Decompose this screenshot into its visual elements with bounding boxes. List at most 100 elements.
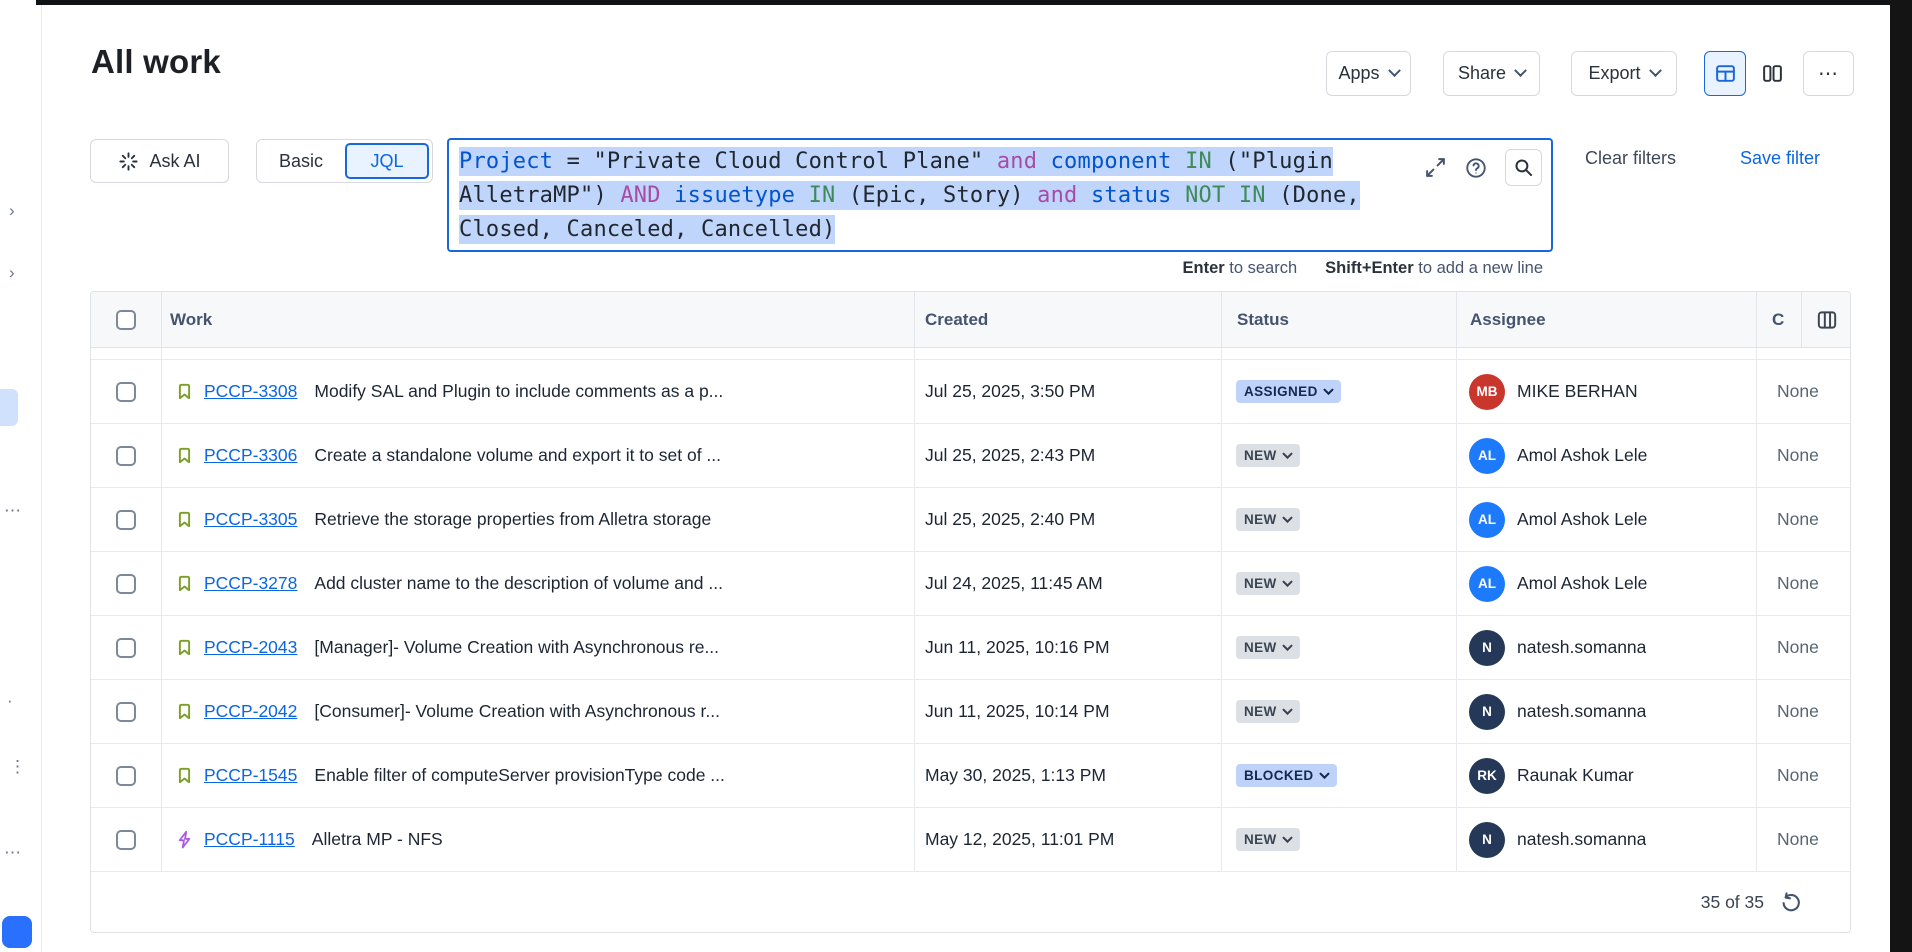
columns-settings-icon[interactable] — [1815, 308, 1839, 332]
jql-editor[interactable]: Project = "Private Cloud Control Plane" … — [447, 138, 1553, 252]
more-actions-button[interactable]: ⋯ — [1803, 51, 1854, 96]
status-label: NEW — [1244, 576, 1277, 591]
apps-button-label: Apps — [1338, 63, 1379, 84]
help-icon[interactable] — [1464, 156, 1488, 180]
row-checkbox[interactable] — [116, 510, 136, 530]
export-button[interactable]: Export — [1571, 51, 1677, 96]
table-row[interactable]: PCCP-3305 Retrieve the storage propertie… — [91, 488, 1850, 552]
more-icon: ⋯ — [4, 843, 21, 863]
jql-mode-button[interactable]: JQL — [345, 143, 429, 179]
status-badge[interactable]: NEW — [1236, 636, 1300, 659]
story-icon — [174, 509, 195, 530]
ask-ai-label: Ask AI — [149, 151, 200, 172]
sidebar-collapsed: › › ⋯ · ⋮ ⋯ — [0, 5, 42, 952]
category-value: None — [1777, 701, 1819, 722]
issue-key-link[interactable]: PCCP-1545 — [204, 765, 297, 786]
status-badge[interactable]: ASSIGNED — [1236, 380, 1341, 403]
status-badge[interactable]: BLOCKED — [1236, 764, 1337, 787]
issue-key-link[interactable]: PCCP-3305 — [204, 509, 297, 530]
row-checkbox[interactable] — [116, 638, 136, 658]
created-date: Jul 24, 2025, 11:45 AM — [925, 573, 1103, 594]
expand-icon[interactable] — [1424, 156, 1447, 179]
status-label: NEW — [1244, 832, 1277, 847]
row-checkbox[interactable] — [116, 574, 136, 594]
chevron-down-icon — [1388, 64, 1401, 77]
issue-key-link[interactable]: PCCP-2043 — [204, 637, 297, 658]
assignee-name: Amol Ashok Lele — [1517, 509, 1647, 530]
status-label: NEW — [1244, 640, 1277, 655]
chevron-down-icon — [1282, 708, 1293, 716]
issue-key-link[interactable]: PCCP-3278 — [204, 573, 297, 594]
status-label: NEW — [1244, 512, 1277, 527]
basic-mode-button[interactable]: Basic — [257, 151, 345, 172]
sparkle-icon — [118, 151, 139, 172]
category-value: None — [1777, 765, 1819, 786]
table-row[interactable]: PCCP-2043 [Manager]- Volume Creation wit… — [91, 616, 1850, 680]
ask-ai-button[interactable]: Ask AI — [90, 139, 229, 183]
search-button[interactable] — [1505, 149, 1542, 186]
story-icon — [174, 573, 195, 594]
table-row[interactable]: PCCP-3308 Modify SAL and Plugin to inclu… — [91, 360, 1850, 424]
search-icon — [1513, 157, 1534, 178]
row-checkbox[interactable] — [116, 702, 136, 722]
table-row[interactable]: PCCP-3278 Add cluster name to the descri… — [91, 552, 1850, 616]
more-actions-label: ⋯ — [1818, 61, 1839, 86]
issue-key-link[interactable]: PCCP-1115 — [204, 829, 295, 850]
chevron-right-icon[interactable]: › — [9, 263, 15, 283]
sidebar-active-item[interactable] — [0, 389, 18, 426]
epic-icon — [174, 829, 195, 850]
avatar: AL — [1469, 502, 1505, 538]
issue-summary: Retrieve the storage properties from All… — [314, 509, 711, 530]
category-value: None — [1777, 637, 1819, 658]
chevron-right-icon[interactable]: › — [9, 201, 15, 221]
status-badge[interactable]: NEW — [1236, 508, 1300, 531]
issue-key-link[interactable]: PCCP-3306 — [204, 445, 297, 466]
row-checkbox[interactable] — [116, 766, 136, 786]
issue-summary: [Consumer]- Volume Creation with Asynchr… — [314, 701, 720, 722]
assignee-name: Raunak Kumar — [1517, 765, 1634, 786]
column-header-assignee[interactable]: Assignee — [1456, 292, 1756, 347]
table-row[interactable]: PCCP-2042 [Consumer]- Volume Creation wi… — [91, 680, 1850, 744]
chevron-down-icon — [1282, 644, 1293, 652]
refresh-icon[interactable] — [1779, 891, 1802, 914]
row-checkbox[interactable] — [116, 830, 136, 850]
save-filter-button[interactable]: Save filter — [1740, 148, 1820, 169]
column-header-status[interactable]: Status — [1221, 292, 1456, 347]
page-title: All work — [91, 43, 221, 81]
table-row[interactable]: PCCP-1545 Enable filter of computeServer… — [91, 744, 1850, 808]
issue-key-link[interactable]: PCCP-2042 — [204, 701, 297, 722]
table-row[interactable]: PCCP-3306 Create a standalone volume and… — [91, 424, 1850, 488]
status-label: ASSIGNED — [1244, 384, 1318, 399]
chevron-down-icon — [1282, 516, 1293, 524]
assignee-name: Amol Ashok Lele — [1517, 445, 1647, 466]
story-icon — [174, 637, 195, 658]
view-toggle — [1704, 51, 1793, 96]
row-checkbox[interactable] — [116, 382, 136, 402]
more-icon[interactable]: ⋯ — [4, 501, 21, 521]
issue-key-link[interactable]: PCCP-3308 — [204, 381, 297, 402]
status-badge[interactable]: NEW — [1236, 572, 1300, 595]
row-checkbox[interactable] — [116, 446, 136, 466]
window-right-edge — [1890, 0, 1912, 952]
status-badge[interactable]: NEW — [1236, 700, 1300, 723]
search-hint: Enter to searchShift+Enter to add a new … — [447, 259, 1553, 278]
clear-filters-button[interactable]: Clear filters — [1585, 148, 1676, 169]
status-badge[interactable]: NEW — [1236, 444, 1300, 467]
table-view-button[interactable] — [1704, 51, 1746, 96]
table-row[interactable]: PCCP-1115 Alletra MP - NFS May 12, 2025,… — [91, 808, 1850, 872]
share-button[interactable]: Share — [1443, 51, 1540, 96]
row-count: 35 of 35 — [1701, 892, 1764, 913]
column-header-created[interactable]: Created — [914, 292, 1221, 347]
help-bubble-button[interactable] — [2, 916, 32, 948]
apps-button[interactable]: Apps — [1326, 51, 1411, 96]
created-date: May 30, 2025, 1:13 PM — [925, 765, 1106, 786]
story-icon — [174, 381, 195, 402]
column-header-category[interactable]: C — [1756, 292, 1801, 347]
jql-input[interactable]: Project = "Private Cloud Control Plane" … — [459, 145, 1541, 247]
status-badge[interactable]: NEW — [1236, 828, 1300, 851]
detail-view-button[interactable] — [1751, 51, 1793, 96]
select-all-checkbox[interactable] — [116, 310, 136, 330]
issue-summary: Create a standalone volume and export it… — [314, 445, 721, 466]
column-header-work[interactable]: Work — [161, 292, 914, 347]
avatar: N — [1469, 694, 1505, 730]
